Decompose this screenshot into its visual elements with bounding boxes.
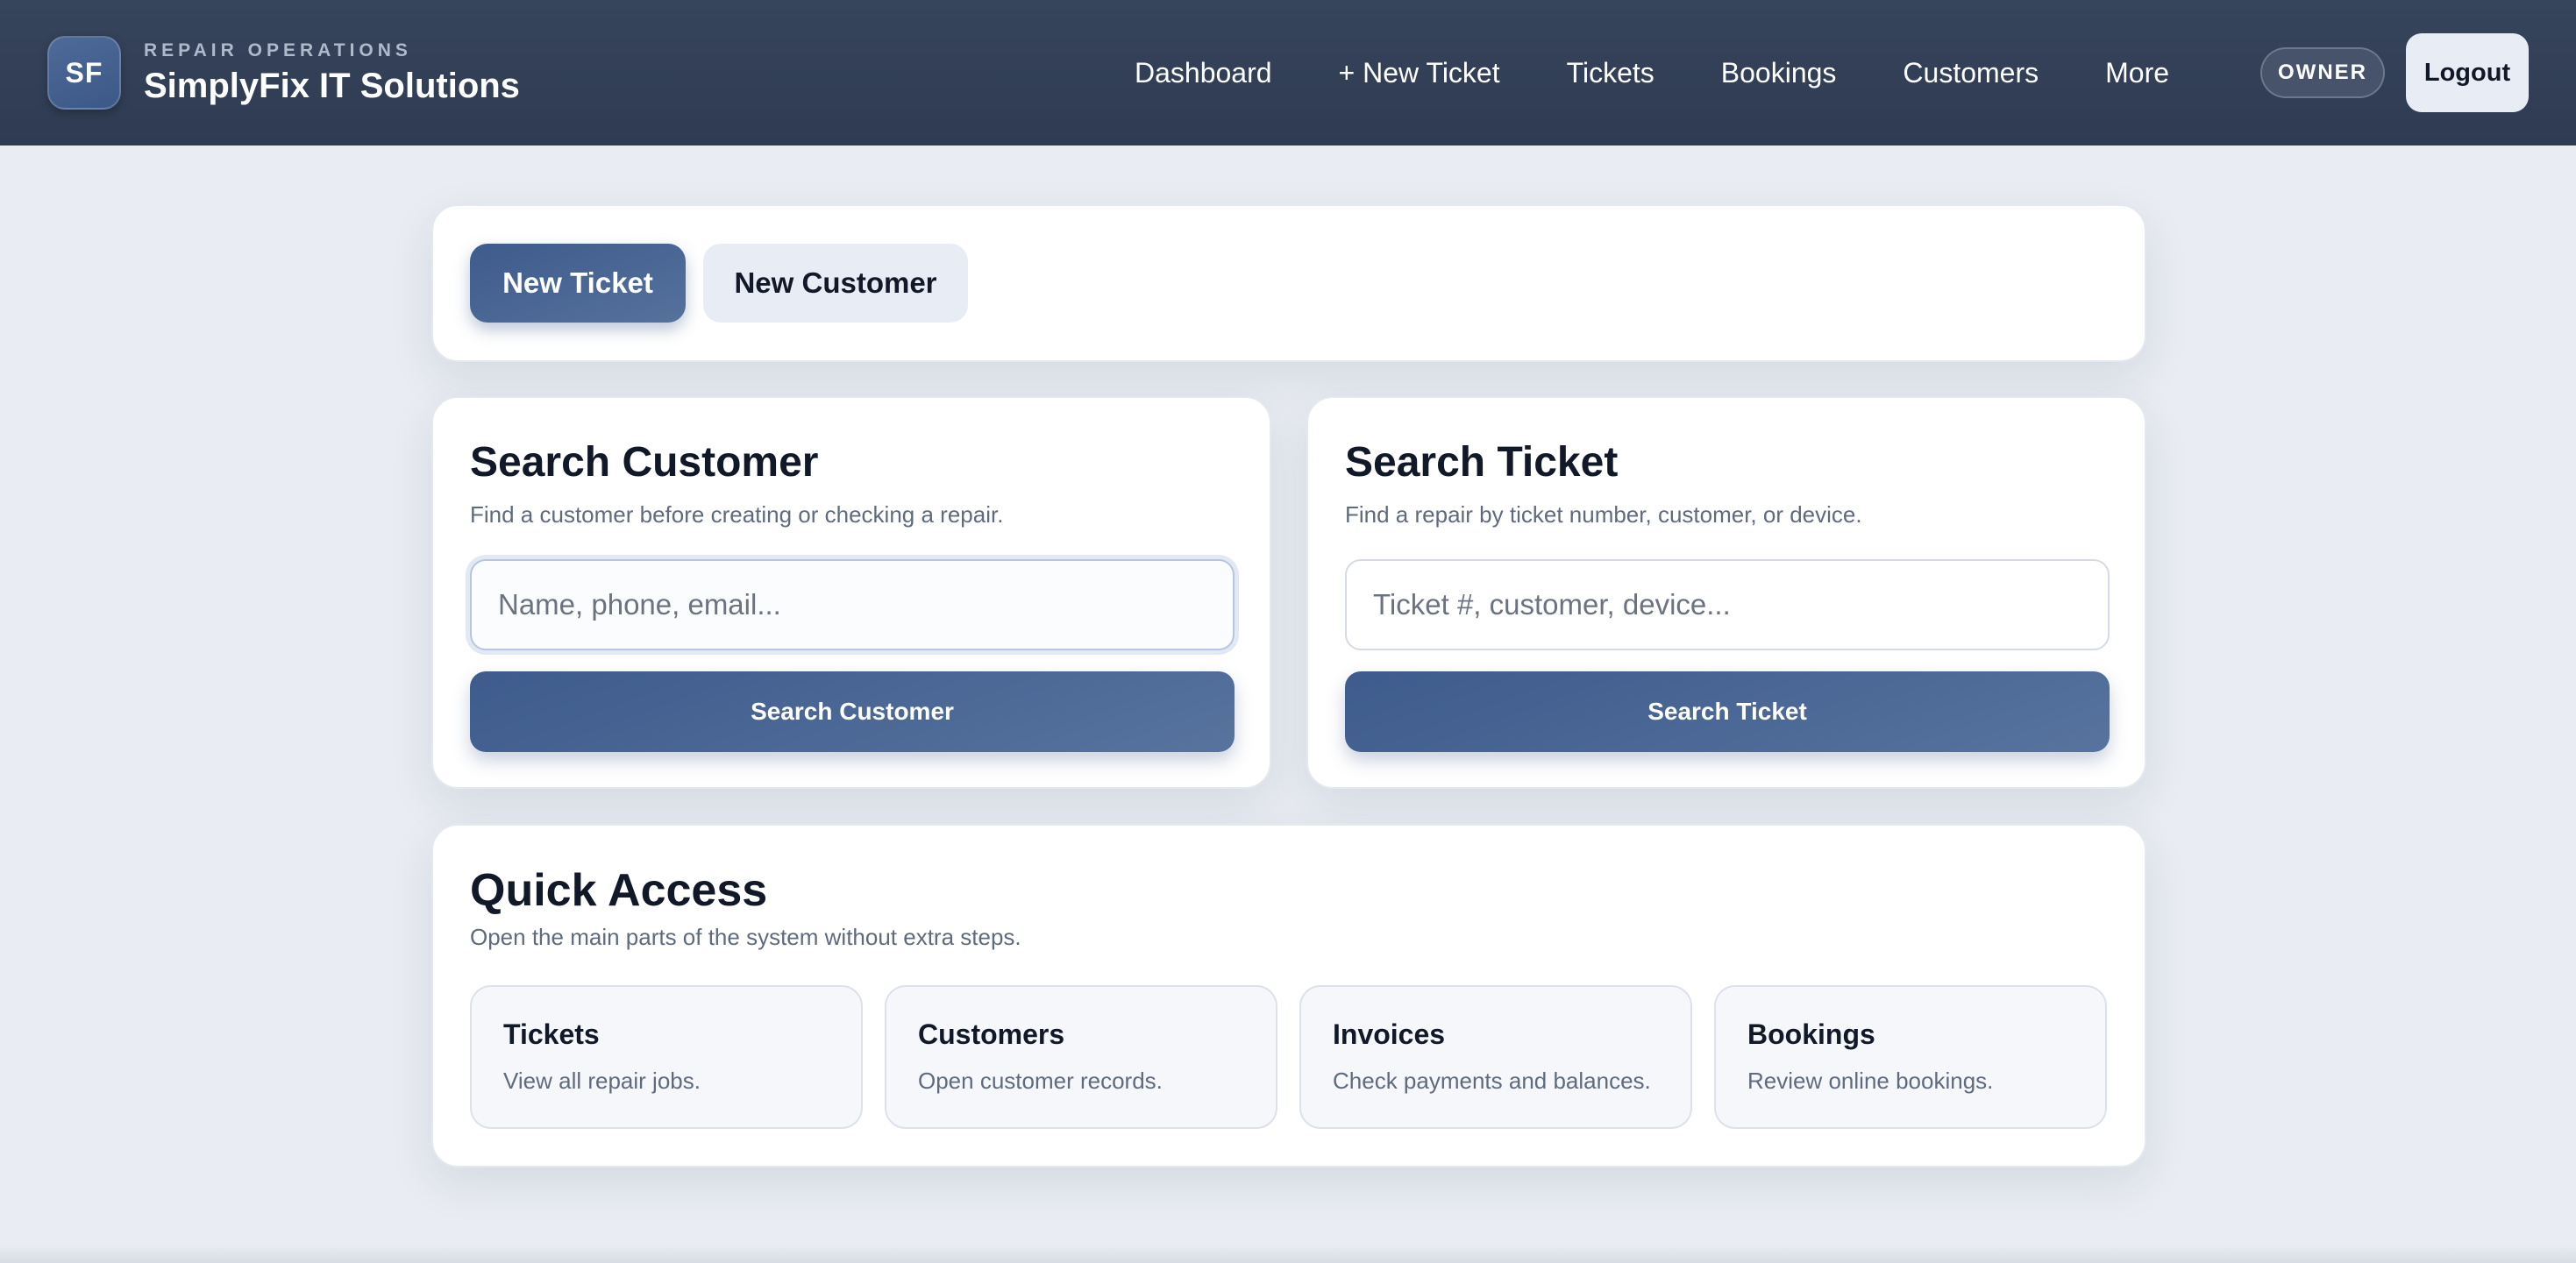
search-ticket-button[interactable]: Search Ticket — [1345, 671, 2110, 752]
ticket-search-input[interactable] — [1345, 559, 2110, 650]
quick-tile-subtitle: Open customer records. — [918, 1068, 1163, 1094]
quick-access-subtitle: Open the main parts of the system withou… — [470, 924, 1021, 950]
search-ticket-card: Search Ticket Find a repair by ticket nu… — [1306, 396, 2146, 789]
nav-more[interactable]: More — [2105, 57, 2169, 89]
customer-search-input[interactable] — [470, 559, 1235, 650]
role-badge: OWNER — [2260, 47, 2385, 98]
main-nav: Dashboard + New Ticket Tickets Bookings … — [1135, 0, 2169, 145]
nav-new-ticket[interactable]: + New Ticket — [1339, 57, 1500, 89]
logout-button[interactable]: Logout — [2406, 33, 2529, 112]
nav-bookings[interactable]: Bookings — [1721, 57, 1837, 89]
create-tabs-card: New Ticket New Customer — [431, 204, 2146, 362]
quick-tile-subtitle: Review online bookings. — [1747, 1068, 1994, 1094]
bottom-edge-shadow — [0, 1245, 2576, 1263]
search-ticket-title: Search Ticket — [1345, 439, 1619, 486]
nav-customers[interactable]: Customers — [1903, 57, 2039, 89]
brand-block: REPAIR OPERATIONS SimplyFix IT Solutions — [144, 40, 520, 106]
top-navigation-bar: SF REPAIR OPERATIONS SimplyFix IT Soluti… — [0, 0, 2576, 145]
quick-tile-subtitle: View all repair jobs. — [503, 1068, 701, 1094]
brand-name[interactable]: SimplyFix IT Solutions — [144, 67, 520, 106]
quick-tile-title: Customers — [918, 1018, 1065, 1050]
quick-tile-bookings[interactable]: Bookings Review online bookings. — [1714, 985, 2107, 1129]
quick-access-card: Quick Access Open the main parts of the … — [431, 824, 2146, 1167]
tab-new-customer[interactable]: New Customer — [703, 244, 968, 323]
brand-logo-text: SF — [65, 56, 103, 89]
search-customer-subtitle: Find a customer before creating or check… — [470, 501, 1004, 528]
tab-new-ticket[interactable]: New Ticket — [470, 244, 686, 323]
quick-tile-title: Bookings — [1747, 1018, 1875, 1050]
quick-tile-invoices[interactable]: Invoices Check payments and balances. — [1299, 985, 1692, 1129]
nav-dashboard[interactable]: Dashboard — [1135, 57, 1272, 89]
nav-tickets[interactable]: Tickets — [1567, 57, 1654, 89]
quick-tile-title: Invoices — [1333, 1018, 1446, 1050]
search-customer-button[interactable]: Search Customer — [470, 671, 1235, 752]
quick-tile-customers[interactable]: Customers Open customer records. — [885, 985, 1277, 1129]
brand-logo[interactable]: SF — [47, 36, 121, 110]
search-customer-card: Search Customer Find a customer before c… — [431, 396, 1271, 789]
search-ticket-subtitle: Find a repair by ticket number, customer… — [1345, 501, 1862, 528]
quick-tile-title: Tickets — [503, 1018, 600, 1050]
quick-tile-subtitle: Check payments and balances. — [1333, 1068, 1651, 1094]
brand-kicker: REPAIR OPERATIONS — [144, 39, 412, 60]
quick-tile-tickets[interactable]: Tickets View all repair jobs. — [470, 985, 863, 1129]
quick-access-title: Quick Access — [470, 865, 768, 916]
search-customer-title: Search Customer — [470, 439, 819, 486]
